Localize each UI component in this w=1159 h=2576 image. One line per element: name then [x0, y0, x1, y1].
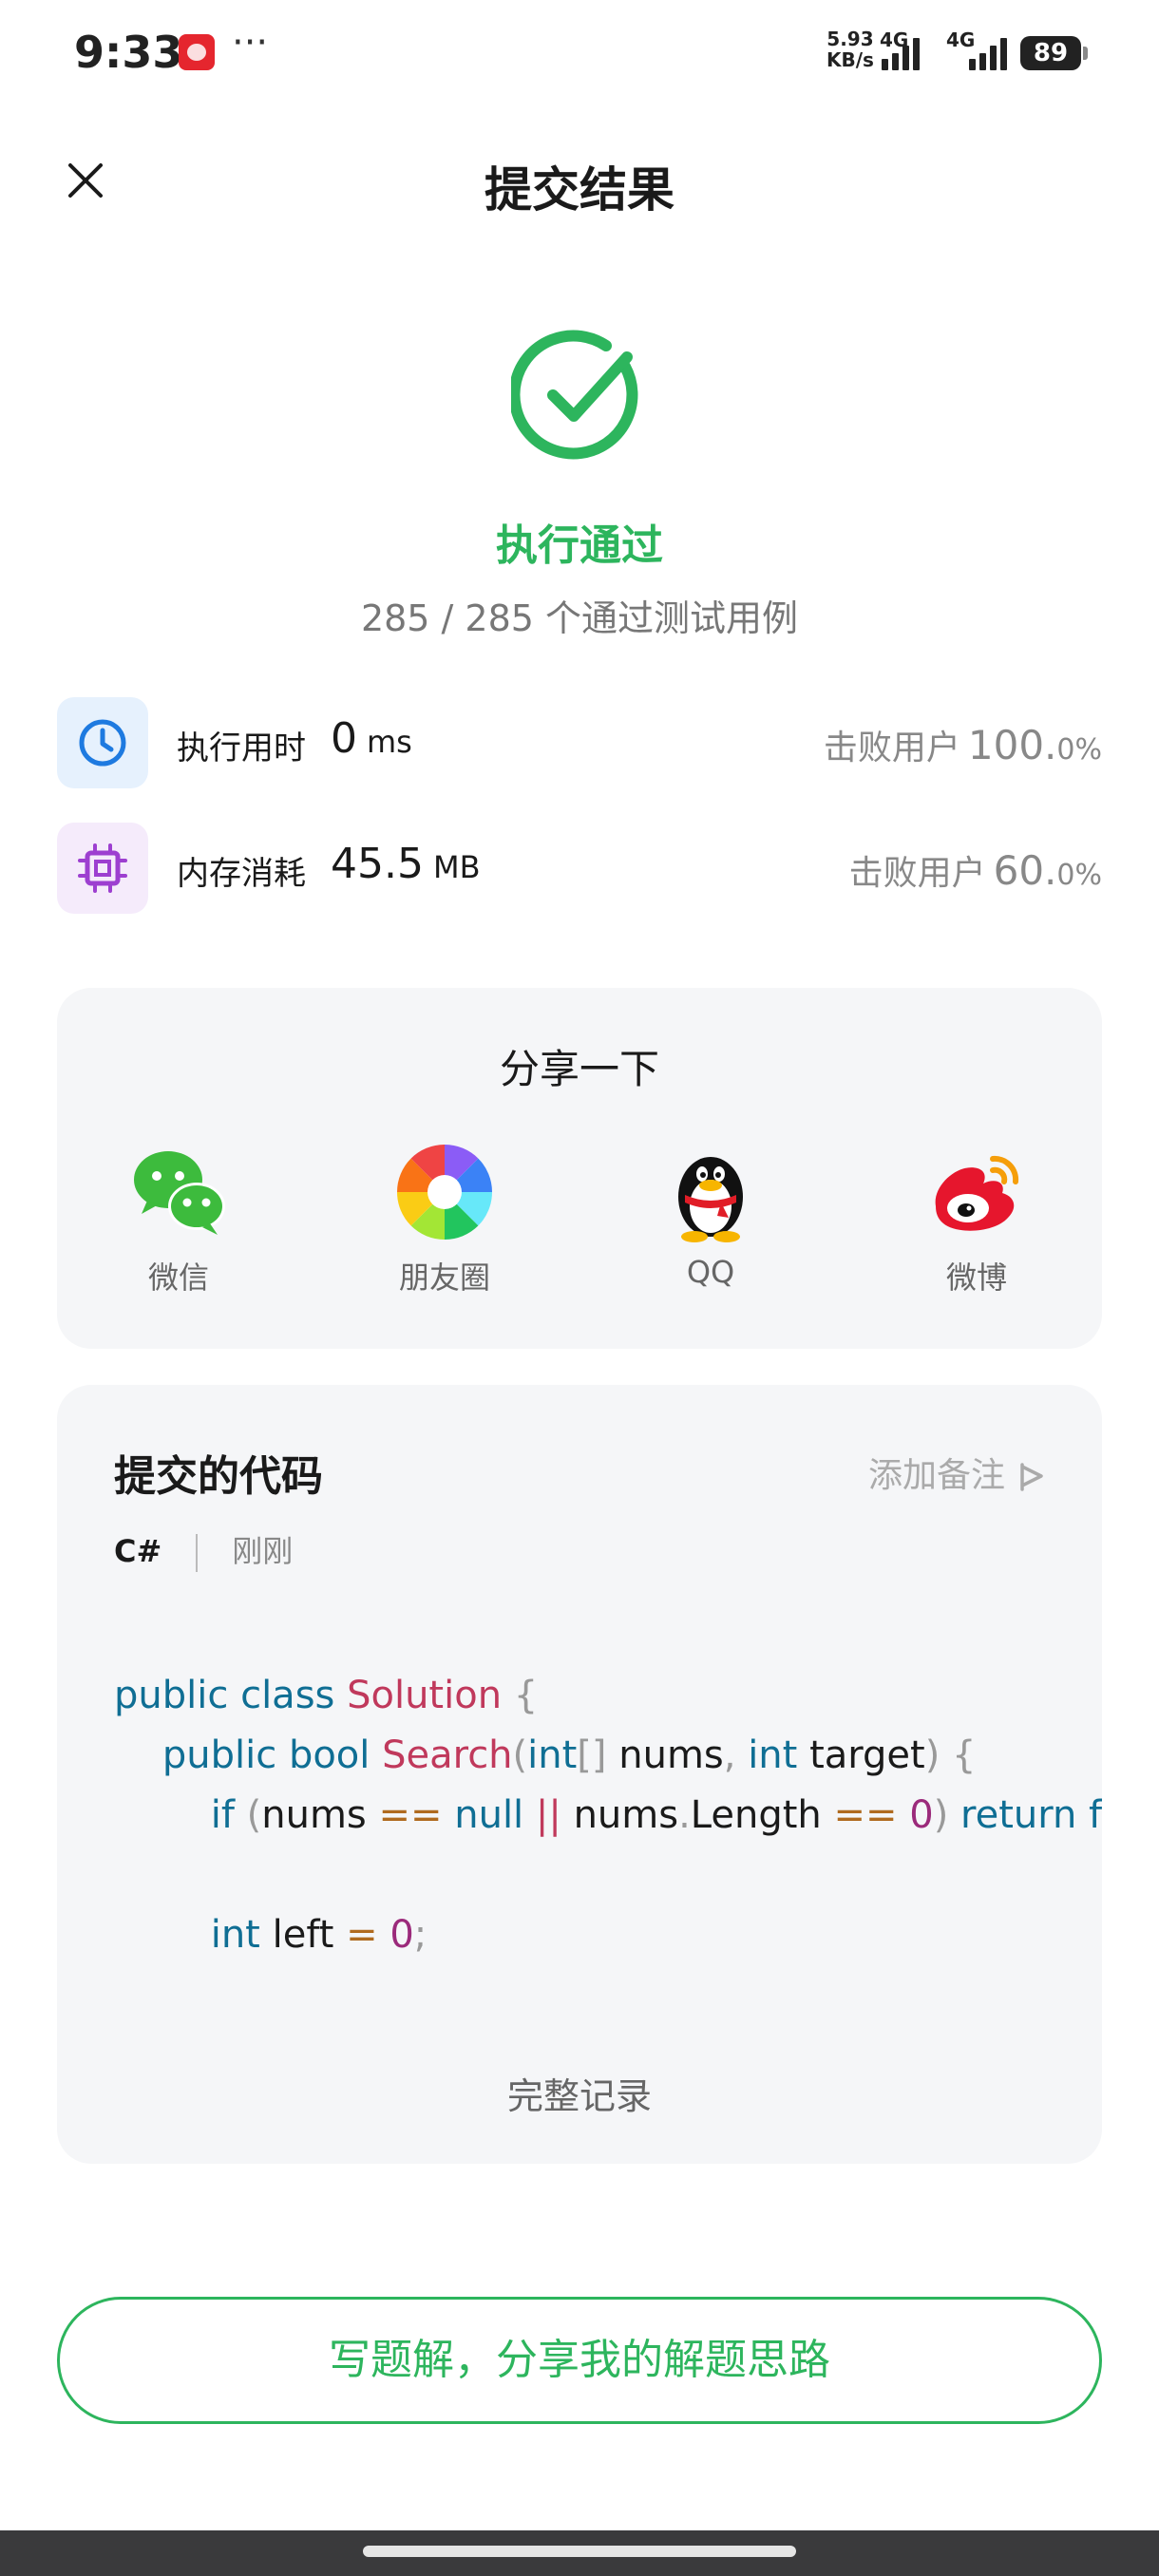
- submit-time: 刚刚: [232, 1533, 294, 1569]
- memory-label: 内存消耗: [177, 855, 306, 893]
- home-gesture-handle[interactable]: [363, 2546, 796, 2557]
- full-record-button[interactable]: 完整记录: [57, 2067, 1102, 2119]
- code-card-title: 提交的代码: [114, 1452, 323, 1501]
- moments-icon: [396, 1144, 493, 1241]
- more-notifications-icon: ···: [232, 21, 269, 65]
- battery-level: 89: [1033, 39, 1069, 67]
- runtime-stat[interactable]: 执行用时 0 ms 击败用户 100.0%: [57, 697, 1102, 788]
- wechat-icon: [134, 1151, 225, 1235]
- memory-stat[interactable]: 内存消耗 45.5 MB 击败用户 60.0%: [57, 823, 1102, 914]
- write-solution-button[interactable]: 写题解，分享我的解题思路: [57, 2297, 1102, 2424]
- share-moments-label: 朋友圈: [398, 1260, 490, 1296]
- add-note-button[interactable]: 添加备注: [868, 1448, 1045, 1497]
- check-circle-icon: [511, 330, 638, 460]
- flag-icon: [1020, 1463, 1043, 1491]
- runtime-value: 0 ms: [331, 714, 412, 763]
- battery-icon: 89: [1020, 36, 1088, 70]
- memory-value: 45.5 MB: [331, 840, 481, 888]
- code-meta: C# 刚刚: [114, 1527, 293, 1572]
- app-notification-icon: [179, 34, 215, 70]
- sim1-signal-icon: [882, 34, 920, 70]
- runtime-label: 执行用时: [177, 729, 306, 767]
- weibo-icon: [935, 1155, 1019, 1231]
- chip-icon: [78, 843, 127, 893]
- share-qq-label: QQ: [686, 1254, 735, 1290]
- share-weibo-button[interactable]: 微博: [891, 1140, 1062, 1297]
- code-line: public class Solution {: [114, 1674, 539, 1717]
- clock-icon: [79, 719, 126, 767]
- clock-icon-wrap: [57, 697, 148, 788]
- code-language: C#: [114, 1533, 162, 1569]
- code-line: public bool Search(int[] nums, int targe…: [162, 1733, 977, 1777]
- meta-divider: [196, 1534, 199, 1572]
- sim2-signal-icon: [969, 34, 1007, 70]
- network-speed: 5.93 KB/s: [826, 28, 874, 71]
- code-preview[interactable]: public class Solution { public bool Sear…: [114, 1666, 1102, 1965]
- status-bar: 9:33 ··· 5.93 KB/s 4G 4G 89: [0, 0, 1159, 104]
- page-title: 提交结果: [484, 162, 674, 218]
- status-time: 9:33: [74, 27, 183, 78]
- runtime-beat: 击败用户 100.0%: [823, 722, 1102, 768]
- result-status: 执行通过: [496, 521, 663, 570]
- memory-beat: 击败用户 60.0%: [848, 847, 1102, 894]
- code-line: int left = 0;: [210, 1913, 428, 1957]
- share-weibo-label: 微博: [945, 1260, 1007, 1296]
- share-wechat-label: 微信: [147, 1260, 209, 1296]
- navigation-bar: [0, 2530, 1159, 2576]
- share-card: 分享一下 微信 朋友圈 QQ 微博: [57, 988, 1102, 1349]
- chip-icon-wrap: [57, 823, 148, 914]
- qq-penguin-icon: [678, 1157, 743, 1242]
- submitted-code-card: 提交的代码 添加备注 C# 刚刚 public class Solution { …: [57, 1385, 1102, 2164]
- share-qq-button[interactable]: QQ: [625, 1140, 796, 1290]
- testcases-passed: 285 / 285 个通过测试用例: [360, 597, 799, 639]
- code-line: if (nums == null || nums.Length == 0) re…: [210, 1793, 1102, 1837]
- share-title: 分享一下: [499, 1046, 659, 1092]
- share-wechat-button[interactable]: 微信: [93, 1140, 264, 1297]
- share-moments-button[interactable]: 朋友圈: [359, 1140, 530, 1297]
